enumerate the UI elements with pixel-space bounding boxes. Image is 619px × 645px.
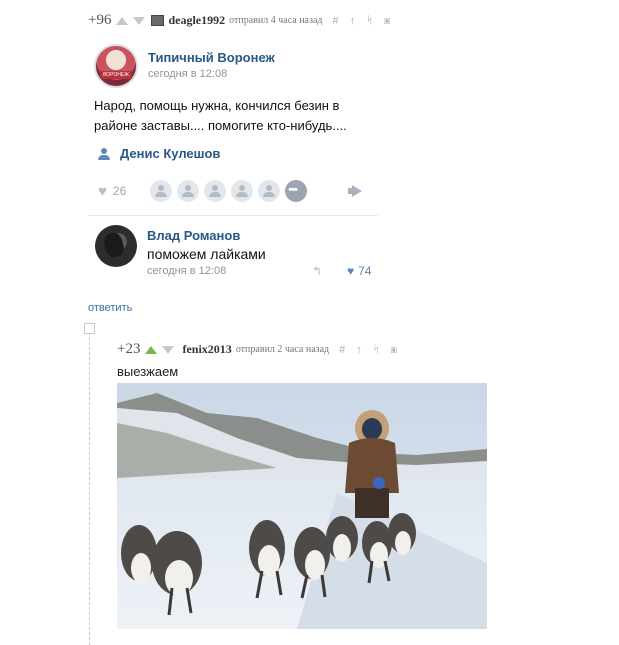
reply-share-icon[interactable]: ↰ [312,264,322,278]
person-icon [98,147,110,160]
upvote-icon[interactable] [116,16,129,25]
comment-meta: отправил 4 часа назад [229,15,323,26]
likes-count: 26 [112,184,127,198]
user-avatar[interactable] [151,15,165,26]
reply-likes[interactable]: ♥ 74 [347,264,371,278]
liker-avatar[interactable] [258,180,281,202]
share-megaphone-icon[interactable] [348,185,362,197]
downvote-icon[interactable] [162,345,175,354]
comment-meta: отправил 2 часа назад [235,344,330,355]
dog-sled-photo [117,383,487,629]
downvote-icon[interactable] [133,16,146,25]
likes-row: ♥ 26 ••• [98,180,362,202]
comment-username[interactable]: fenix2013 [182,342,231,357]
group-avatar[interactable]: ВОРОНЕЖ [94,44,138,88]
collapse-thread-toggle[interactable] [84,323,95,334]
liker-avatar[interactable] [177,180,200,202]
signer-name[interactable]: Денис Кулешов [120,146,220,161]
comment-text: выезжаем [117,364,179,379]
liker-avatar[interactable] [204,180,227,202]
comment-rating: +23 [117,341,141,357]
reply-time[interactable]: сегодня в 12:08 [147,265,226,277]
liker-avatar[interactable] [231,180,254,202]
comment-rating: +96 [88,12,112,28]
post-text: Народ, помощь нужна, кончился безин в ра… [94,98,347,133]
post-time[interactable]: сегодня в 12:08 [148,68,227,80]
thread-line [89,327,90,645]
reply-text: поможем лайками [147,246,266,262]
comment-tools-icons[interactable]: # ↑ ᛋ ▣ [339,344,401,356]
avatar-ribbon: ВОРОНЕЖ [100,71,132,79]
reply-avatar[interactable] [95,225,137,267]
post-signer[interactable]: Денис Кулешов [98,146,220,161]
upvote-icon[interactable] [145,345,158,354]
comment-header: +96 deagle1992 отправил 4 часа назад # ↑… [88,12,394,29]
heart-icon[interactable]: ♥ [98,183,107,200]
reply-link[interactable]: ответить [88,302,132,314]
heart-icon: ♥ [347,264,355,278]
more-likers-button[interactable]: ••• [285,180,308,202]
divider [88,215,378,216]
reply-name[interactable]: Влад Романов [147,228,240,243]
comment-tools-icons[interactable]: # ↑ ᛋ ▣ [332,15,394,27]
comment-header: +23 fenix2013 отправил 2 часа назад # ↑ … [117,341,401,358]
group-name[interactable]: Типичный Воронеж [148,50,275,65]
liker-avatar[interactable] [150,180,173,202]
comment-username[interactable]: deagle1992 [168,13,225,28]
reply-likes-count: 74 [358,264,372,278]
more-dots: ••• [288,184,298,196]
